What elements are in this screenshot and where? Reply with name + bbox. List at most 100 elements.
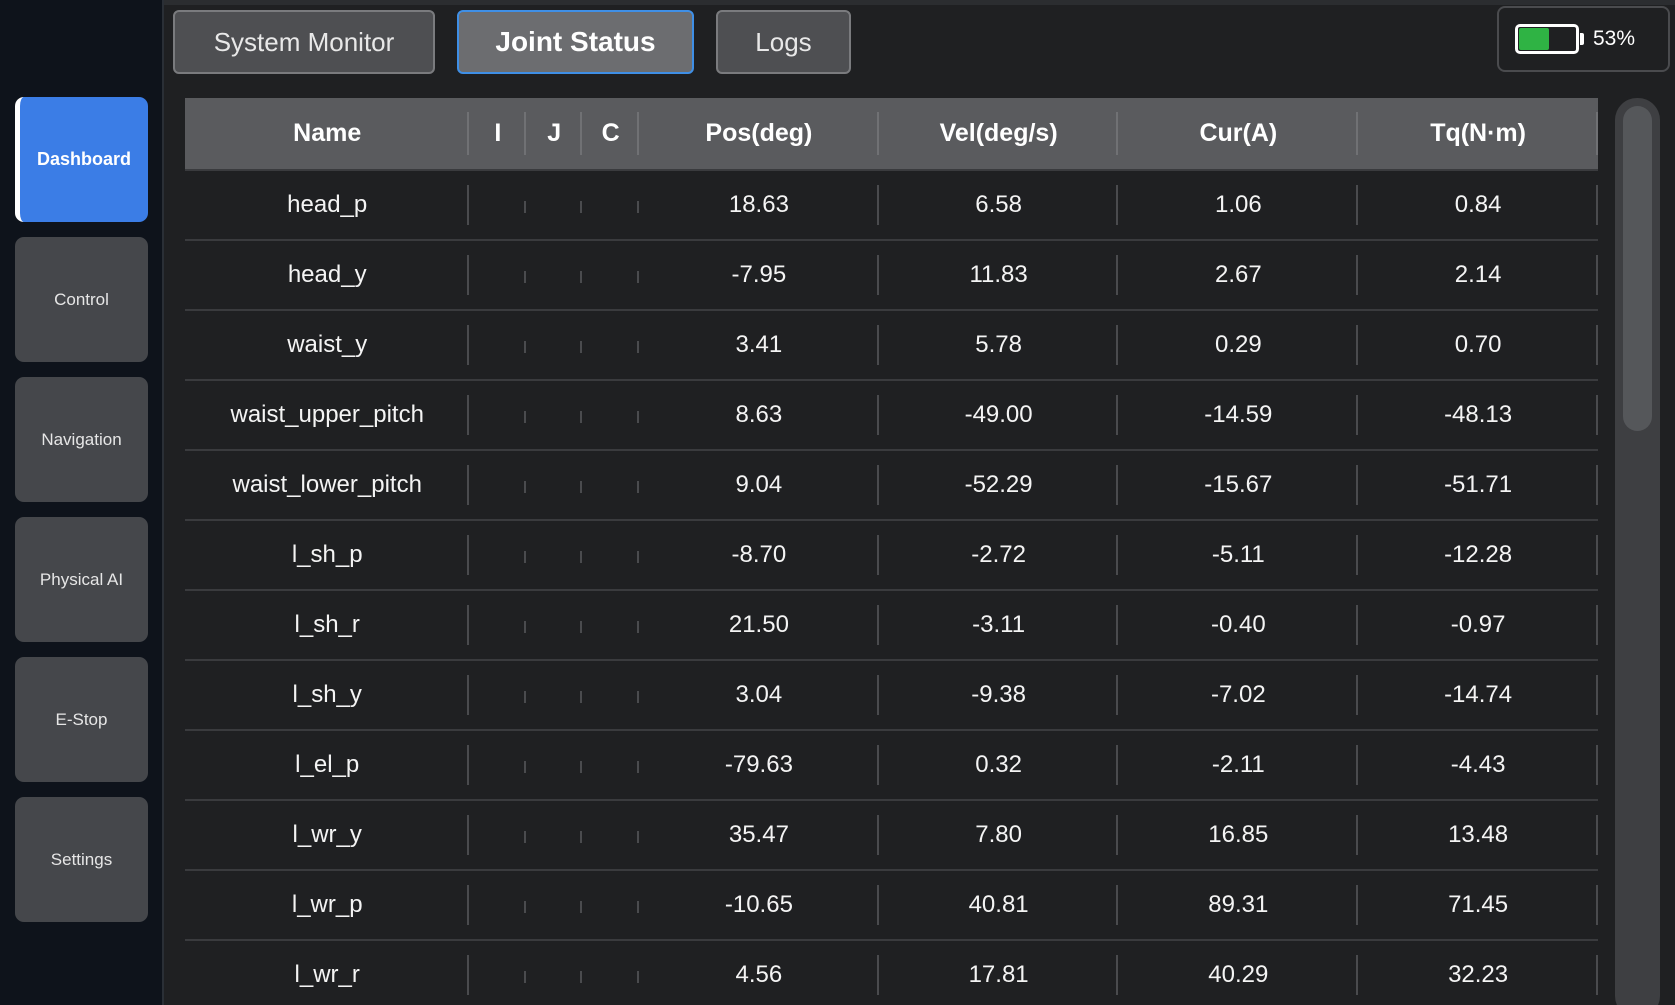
cell-name: l_el_p <box>185 730 470 800</box>
cell-i <box>469 800 527 870</box>
sidebar-item-settings[interactable]: Settings <box>15 797 148 922</box>
cell-name: l_sh_y <box>185 660 470 730</box>
sidebar-item-navigation[interactable]: Navigation <box>15 377 148 502</box>
cell-c <box>582 870 639 940</box>
table-row[interactable]: l_el_p -79.63 0.32 -2.11 -4.43 <box>185 730 1598 800</box>
table-row[interactable]: head_y -7.95 11.83 2.67 2.14 <box>185 240 1598 310</box>
tab-logs[interactable]: Logs <box>716 10 851 74</box>
header-name[interactable]: Name <box>185 98 470 170</box>
cell-cur: 0.29 <box>1118 310 1358 380</box>
table-row[interactable]: l_sh_p -8.70 -2.72 -5.11 -12.28 <box>185 520 1598 590</box>
cell-tq: 2.14 <box>1358 240 1598 310</box>
cell-i <box>469 520 527 590</box>
scrollbar-thumb[interactable] <box>1623 106 1652 431</box>
cell-pos: -10.65 <box>639 870 879 940</box>
header-cur[interactable]: Cur(A) <box>1118 98 1358 170</box>
cell-c <box>582 940 639 1005</box>
cell-tq: 0.70 <box>1358 310 1598 380</box>
sidebar: Dashboard Control Navigation Physical AI… <box>0 0 164 1005</box>
cell-vel: 11.83 <box>879 240 1119 310</box>
cell-i <box>469 940 527 1005</box>
sidebar-item-control[interactable]: Control <box>15 237 148 362</box>
cell-i <box>469 870 527 940</box>
cell-cur: 2.67 <box>1118 240 1358 310</box>
cell-c <box>582 660 639 730</box>
cell-name: head_y <box>185 240 470 310</box>
cell-name: l_sh_r <box>185 590 470 660</box>
header-tq[interactable]: Tq(N·m) <box>1358 98 1598 170</box>
cell-c <box>582 800 639 870</box>
table-row[interactable]: waist_lower_pitch 9.04 -52.29 -15.67 -51.71 <box>185 450 1598 520</box>
cell-cur: 1.06 <box>1118 170 1358 240</box>
sidebar-item-physical-ai[interactable]: Physical AI <box>15 517 148 642</box>
cell-cur: 16.85 <box>1118 800 1358 870</box>
cell-i <box>469 730 527 800</box>
cell-vel: -49.00 <box>879 380 1119 450</box>
cell-cur: -0.40 <box>1118 590 1358 660</box>
table-row[interactable]: l_wr_r 4.56 17.81 40.29 32.23 <box>185 940 1598 1005</box>
header-i[interactable]: I <box>469 98 527 170</box>
cell-tq: -12.28 <box>1358 520 1598 590</box>
table-row[interactable]: l_wr_y 35.47 7.80 16.85 13.48 <box>185 800 1598 870</box>
cell-j <box>526 590 583 660</box>
cell-tq: -14.74 <box>1358 660 1598 730</box>
cell-j <box>526 310 583 380</box>
top-edge-bar <box>0 0 1675 5</box>
cell-tq: -48.13 <box>1358 380 1598 450</box>
table-row[interactable]: l_sh_r 21.50 -3.11 -0.40 -0.97 <box>185 590 1598 660</box>
cell-pos: 21.50 <box>639 590 879 660</box>
cell-tq: -4.43 <box>1358 730 1598 800</box>
sidebar-item-e-stop[interactable]: E-Stop <box>15 657 148 782</box>
tab-system-monitor[interactable]: System Monitor <box>173 10 435 74</box>
cell-i <box>469 310 527 380</box>
table-row[interactable]: waist_upper_pitch 8.63 -49.00 -14.59 -48.13 <box>185 380 1598 450</box>
header-vel[interactable]: Vel(deg/s) <box>879 98 1119 170</box>
cell-pos: 4.56 <box>639 940 879 1005</box>
sidebar-item-label: Physical AI <box>39 569 124 589</box>
battery-tip <box>1580 33 1584 45</box>
header-pos[interactable]: Pos(deg) <box>639 98 879 170</box>
cell-name: head_p <box>185 170 470 240</box>
table-row[interactable]: waist_y 3.41 5.78 0.29 0.70 <box>185 310 1598 380</box>
sidebar-item-label: E-Stop <box>55 709 108 729</box>
scrollbar-track[interactable] <box>1615 98 1660 1005</box>
table-row[interactable]: head_p 18.63 6.58 1.06 0.84 <box>185 170 1598 240</box>
cell-pos: 35.47 <box>639 800 879 870</box>
sidebar-item-dashboard[interactable]: Dashboard <box>15 97 148 222</box>
cell-cur: -5.11 <box>1118 520 1358 590</box>
table-row[interactable]: l_wr_p -10.65 40.81 89.31 71.45 <box>185 870 1598 940</box>
joint-status-table: Name I J C Pos(deg) Vel(deg/s) Cur(A) Tq… <box>185 98 1598 1005</box>
cell-cur: -15.67 <box>1118 450 1358 520</box>
cell-pos: -7.95 <box>639 240 879 310</box>
cell-c <box>582 450 639 520</box>
cell-pos: 3.41 <box>639 310 879 380</box>
header-c[interactable]: C <box>582 98 639 170</box>
cell-tq: 32.23 <box>1358 940 1598 1005</box>
cell-c <box>582 380 639 450</box>
cell-j <box>526 380 583 450</box>
battery-percent: 53% <box>1593 27 1636 50</box>
cell-name: l_wr_y <box>185 800 470 870</box>
cell-j <box>526 240 583 310</box>
cell-vel: 17.81 <box>879 940 1119 1005</box>
cell-vel: 6.58 <box>879 170 1119 240</box>
cell-vel: -3.11 <box>879 590 1119 660</box>
cell-c <box>582 520 639 590</box>
tab-label: Joint Status <box>495 26 656 57</box>
tab-joint-status[interactable]: Joint Status <box>457 10 694 74</box>
joint-table: Name I J C Pos(deg) Vel(deg/s) Cur(A) Tq… <box>185 98 1598 1005</box>
cell-pos: 3.04 <box>639 660 879 730</box>
header-j[interactable]: J <box>526 98 583 170</box>
table-row[interactable]: l_sh_y 3.04 -9.38 -7.02 -14.74 <box>185 660 1598 730</box>
cell-i <box>469 380 527 450</box>
cell-i <box>469 170 527 240</box>
table-header-row: Name I J C Pos(deg) Vel(deg/s) Cur(A) Tq… <box>185 98 1598 170</box>
cell-vel: -2.72 <box>879 520 1119 590</box>
cell-cur: 89.31 <box>1118 870 1358 940</box>
cell-tq: -0.97 <box>1358 590 1598 660</box>
tab-label: System Monitor <box>213 26 395 57</box>
cell-i <box>469 660 527 730</box>
cell-c <box>582 310 639 380</box>
cell-j <box>526 170 583 240</box>
battery-indicator: 53% <box>1497 6 1670 72</box>
